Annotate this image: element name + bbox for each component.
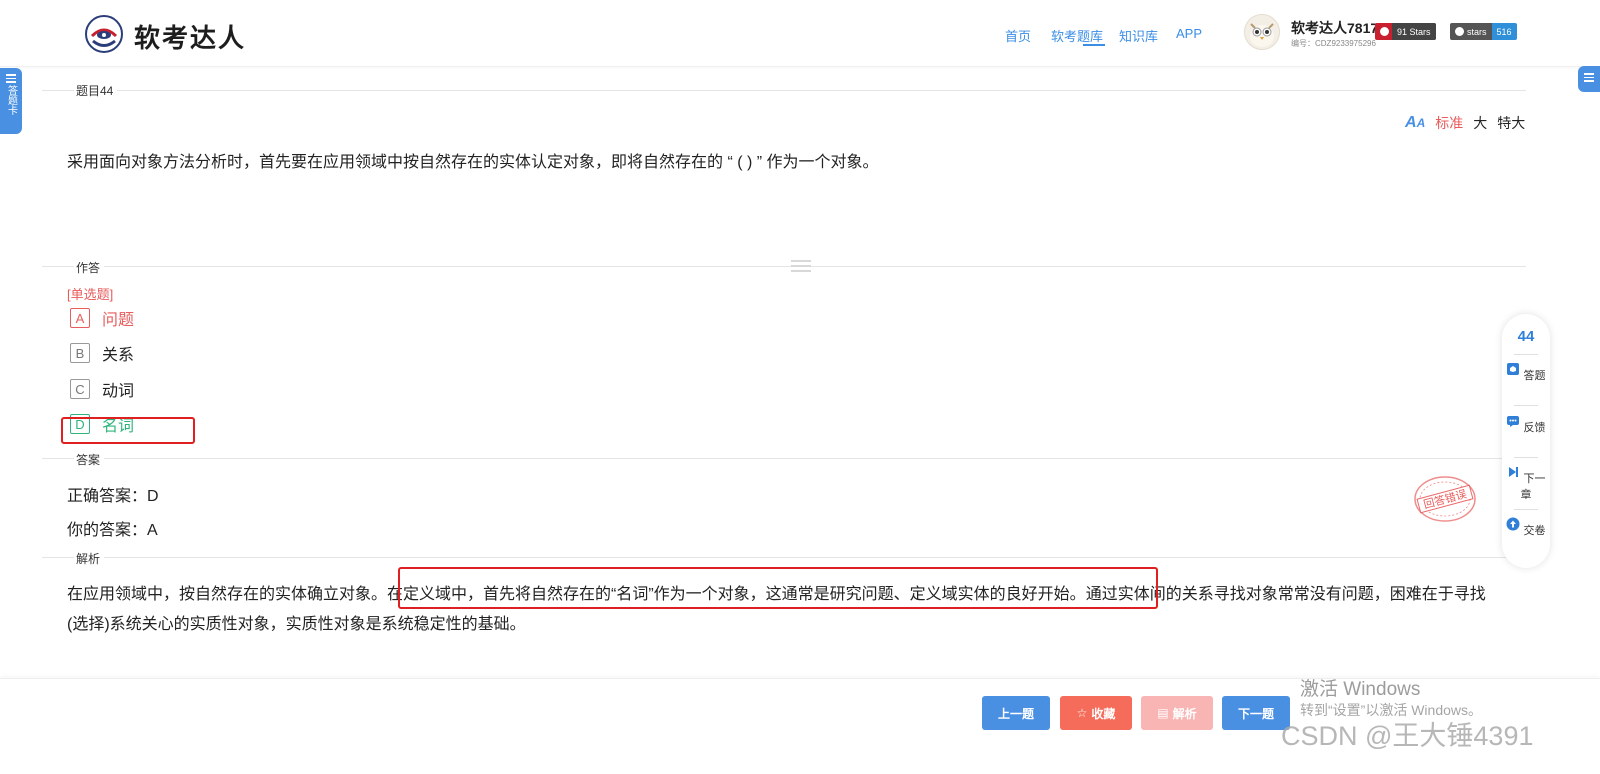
divider [1514,457,1538,458]
question-type: [单选题] [67,287,114,302]
analysis-button[interactable]: ▤ 解析 [1141,696,1213,730]
menu-icon [6,74,16,83]
right-floating-toolbar: 44 答题 反馈 下一章 交卷 [1502,314,1550,568]
nav-active-indicator [1083,44,1105,46]
side-item-label: 下一章 [1520,473,1546,501]
divider [1514,354,1538,355]
font-size-extra-large[interactable]: 特大 [1497,113,1525,133]
nav-knowledge-base[interactable]: 知识库 [1119,26,1158,45]
submit-icon [1506,517,1520,531]
answer-title: 答案 [74,451,105,468]
gitee-icon [1380,27,1389,36]
user-id: 编号：CDZ9233975296 [1291,39,1376,48]
owl-avatar-icon [1250,23,1274,47]
top-header: 软考达人 首页 软考题库 知识库 APP 软考达人7817 编号：CDZ9233… [0,0,1600,67]
font-size-standard[interactable]: 标准 [1435,113,1463,133]
your-answer: 你的答案：A [67,522,158,539]
correct-answer: 正确答案：D [67,488,159,505]
side-item-label: 答题 [1523,370,1546,382]
logo-emblem-icon[interactable] [84,14,124,54]
option-letter: B [70,343,90,363]
option-text: 关系 [102,347,135,364]
side-feedback-button[interactable]: 反馈 [1502,414,1550,435]
logo-text[interactable]: 软考达人 [134,18,246,55]
font-size-control: AA 标准 大 特大 [1405,113,1525,133]
nav-question-bank[interactable]: 软考题库 [1051,26,1103,45]
option-b[interactable]: B 关系 [70,342,134,364]
github-icon [1455,27,1464,36]
side-submit-button[interactable]: 交卷 [1502,517,1550,538]
option-letter: C [70,379,90,399]
side-item-label: 交卷 [1523,525,1546,537]
divider [1514,405,1538,406]
answer-sheet-icon [1507,363,1520,375]
csdn-watermark: CSDN @王大锤4391 [1281,721,1534,751]
favorite-button[interactable]: ☆ 收藏 [1060,696,1132,730]
option-letter: A [70,308,90,328]
stars-badge-github[interactable]: stars 516 [1450,23,1517,40]
star-icon: ☆ [1076,706,1088,720]
right-menu-tab[interactable] [1578,66,1600,92]
username[interactable]: 软考达人7817 [1291,18,1378,38]
option-c[interactable]: C 动词 [70,378,134,400]
analysis-part-1: 在应用领域中，按自然存在的实体确立对象。 [67,586,388,603]
button-label: 下一题 [1237,706,1274,721]
windows-activation-title: 激活 Windows [1300,679,1421,700]
wrong-answer-stamp: 回答错误 [1414,476,1476,522]
answer-card-label: 答题卡 [5,84,17,115]
question-text: 采用面向对象方法分析时，首先要在应用领域中按自然存在的实体认定对象，即将自然存在… [67,154,879,171]
question-title: 题目44 [74,82,118,99]
section-divider [42,557,1526,558]
section-divider [42,458,1526,459]
stars-badge-gitee[interactable]: 91 Stars [1375,23,1436,40]
section-divider [42,266,1526,267]
current-question-number: 44 [1517,328,1535,345]
feedback-icon [1507,416,1520,427]
button-label: 上一题 [997,706,1034,721]
analysis-title: 解析 [74,550,105,567]
answer-card-tab[interactable]: 答题卡 [0,68,22,134]
nav-home[interactable]: 首页 [1005,26,1031,45]
document-icon: ▤ [1157,706,1169,720]
badge-label: 91 Stars [1392,23,1436,40]
nav-app[interactable]: APP [1176,26,1202,41]
badge-label: stars [1467,26,1487,37]
next-question-button[interactable]: 下一题 [1222,696,1290,730]
prev-question-button[interactable]: 上一题 [982,696,1050,730]
highlight-box-analysis [398,567,1158,609]
button-label: 收藏 [1091,706,1116,721]
badge-value: 516 [1491,23,1517,40]
side-item-label: 反馈 [1523,422,1546,434]
avatar[interactable] [1244,14,1280,50]
menu-icon [1584,73,1594,82]
side-answer-button[interactable]: 答题 [1502,362,1550,383]
font-size-large[interactable]: 大 [1473,113,1487,133]
drag-handle[interactable] [791,260,811,275]
next-chapter-icon [1509,467,1519,477]
option-a[interactable]: A 问题 [70,307,134,329]
divider [1514,509,1538,510]
stamp-text: 回答错误 [1422,487,1468,512]
button-label: 解析 [1172,706,1197,721]
font-size-icon: AA [1405,114,1426,131]
option-text: 问题 [102,312,135,329]
section-divider [42,90,1526,91]
highlight-box-option-d [61,417,195,444]
option-text: 动词 [102,383,135,400]
answer-area-title: 作答 [74,259,105,276]
side-next-chapter-button[interactable]: 下一章 [1502,465,1550,502]
